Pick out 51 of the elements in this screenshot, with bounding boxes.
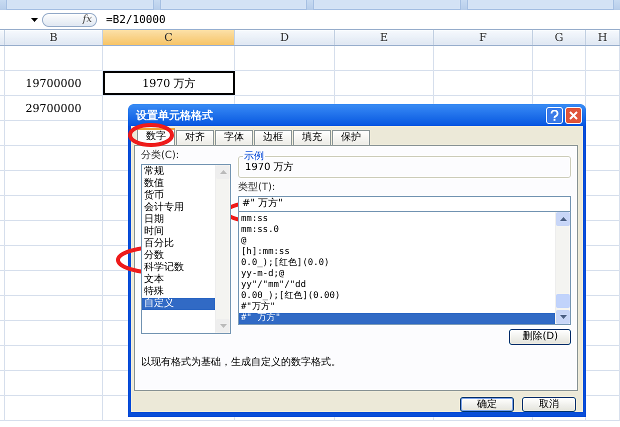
scroll-up-icon[interactable] xyxy=(556,212,570,226)
insert-function-button[interactable]: fx xyxy=(82,14,92,25)
category-item[interactable]: 自定义 xyxy=(142,298,215,310)
category-item[interactable]: 数值 xyxy=(142,178,215,190)
category-label: 分类(C): xyxy=(141,150,180,162)
sample-value: 1970 万方 xyxy=(244,160,295,175)
format-item[interactable]: @ xyxy=(239,236,555,247)
format-item[interactable]: 0.0_);[红色](0.0) xyxy=(239,258,555,269)
category-item[interactable]: 会计专用 xyxy=(142,202,215,214)
column-header[interactable]: H xyxy=(586,30,620,45)
close-icon[interactable] xyxy=(565,106,582,124)
tab[interactable]: 对齐 xyxy=(176,130,214,145)
format-item[interactable]: #"万方" xyxy=(239,302,555,313)
column-header[interactable]: D xyxy=(235,30,335,45)
help-icon[interactable] xyxy=(546,106,563,124)
table-cell: 1970 万方 xyxy=(103,71,235,95)
category-item[interactable]: 货币 xyxy=(142,190,215,202)
tab[interactable]: 字体 xyxy=(215,130,253,145)
scroll-thumb[interactable] xyxy=(556,294,570,308)
column-header[interactable]: C xyxy=(103,30,235,45)
type-label: 类型(T): xyxy=(238,182,276,194)
category-item[interactable]: 时间 xyxy=(142,226,215,238)
column-header[interactable]: G xyxy=(533,30,586,45)
tab[interactable]: 填充 xyxy=(293,130,331,145)
delete-button[interactable]: 删除(D) xyxy=(509,329,571,345)
category-item[interactable]: 特殊 xyxy=(142,286,215,298)
description-text: 以现有格式为基础，生成自定义的数字格式。 xyxy=(141,356,342,369)
table-cell: 29700000 xyxy=(5,96,103,120)
category-item[interactable]: 常规 xyxy=(142,166,215,178)
format-item[interactable]: 0.00_);[红色](0.00) xyxy=(239,291,555,302)
tab[interactable]: 保护 xyxy=(332,130,370,145)
column-header[interactable]: F xyxy=(434,30,533,45)
cancel-button[interactable]: 取消 xyxy=(522,397,576,412)
format-item[interactable]: #" 万方" xyxy=(239,313,555,324)
scroll-down-icon[interactable] xyxy=(556,310,570,324)
format-item[interactable]: [h]:mm:ss xyxy=(239,247,555,258)
category-item[interactable]: 日期 xyxy=(142,214,215,226)
ok-button[interactable]: 确定 xyxy=(460,397,514,412)
column-header[interactable]: E xyxy=(335,30,434,45)
sample-legend: 示例 xyxy=(243,149,265,163)
window-title: 设置单元格格式 xyxy=(134,108,214,122)
format-item[interactable]: mm:ss xyxy=(239,214,555,225)
tab[interactable]: 边框 xyxy=(254,130,292,145)
format-item[interactable]: yy-m-d;@ xyxy=(239,269,555,280)
type-input[interactable]: #" 万方" xyxy=(238,196,571,212)
annotation-circle xyxy=(128,123,174,147)
format-item[interactable]: mm:ss.0 xyxy=(239,225,555,236)
format-item[interactable]: yy"/"mm"/"dd xyxy=(239,280,555,291)
table-cell: 19700000 xyxy=(5,71,103,95)
formula-text: =B2/10000 xyxy=(106,13,166,26)
category-item[interactable]: 文本 xyxy=(142,274,215,286)
